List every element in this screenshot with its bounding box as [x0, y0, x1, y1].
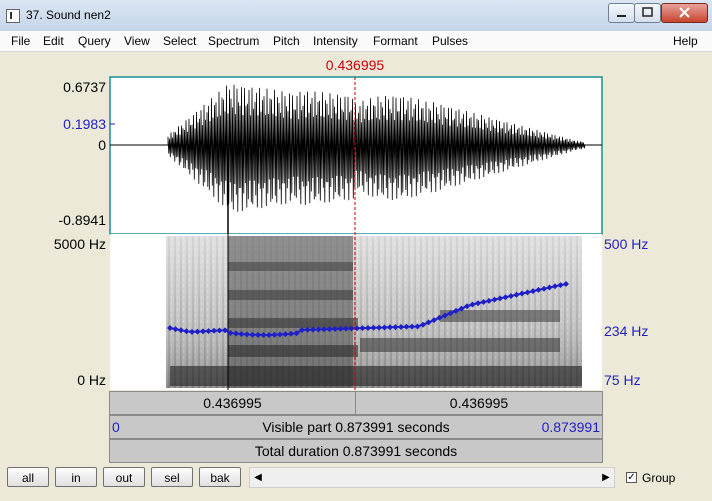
zoom-out-button[interactable]: out	[103, 467, 145, 487]
segment-bar-left[interactable]: 0.436995	[109, 391, 356, 415]
cursor-time: 0.436995	[325, 57, 385, 73]
visible-end: 0.873991	[541, 419, 600, 435]
waveform-level-label: 0.1983	[63, 116, 106, 132]
freq-top-label: 5000 Hz	[53, 236, 106, 252]
visible-part-bar[interactable]: 0 Visible part 0.873991 seconds 0.873991	[109, 415, 603, 439]
segment-bar-right[interactable]: 0.436995	[355, 391, 603, 415]
total-duration-bar[interactable]: Total duration 0.873991 seconds	[109, 439, 603, 463]
total-duration-label: Total duration 0.873991 seconds	[254, 443, 458, 459]
scroll-left-icon[interactable]: ◀	[250, 468, 266, 487]
segment-right-duration: 0.436995	[449, 395, 509, 411]
bottom-toolbar: all in out sel bak ◀ ▶ ✓ Group	[0, 463, 712, 501]
zoom-all-button[interactable]: all	[7, 467, 49, 487]
zoom-in-button[interactable]: in	[55, 467, 97, 487]
waveform-zero-label: 0	[98, 137, 106, 153]
waveform-max-label: 0.6737	[63, 79, 106, 95]
pitch-mid-label: 234 Hz	[604, 323, 649, 339]
scroll-right-icon[interactable]: ▶	[598, 468, 614, 487]
segment-left-duration: 0.436995	[203, 395, 262, 411]
pitch-bottom-label: 75 Hz	[604, 372, 641, 388]
group-label: Group	[642, 471, 676, 485]
freq-bottom-label: 0 Hz	[77, 372, 106, 388]
zoom-selection-button[interactable]: sel	[151, 467, 193, 487]
group-checkbox[interactable]: ✓	[626, 472, 637, 483]
waveform-min-label: -0.8941	[58, 212, 106, 228]
horizontal-scrollbar[interactable]: ◀ ▶	[249, 467, 615, 488]
zoom-back-button[interactable]: bak	[199, 467, 241, 487]
visible-part-label: Visible part 0.873991 seconds	[262, 419, 450, 435]
pitch-top-label: 500 Hz	[604, 236, 649, 252]
